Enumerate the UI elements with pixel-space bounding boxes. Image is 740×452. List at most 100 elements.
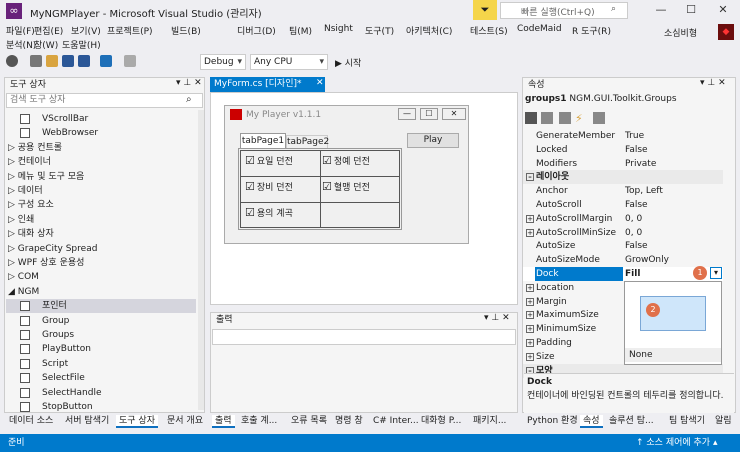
checkbox[interactable]: ☑ bbox=[245, 180, 255, 193]
tab-output[interactable]: 대화형 P... bbox=[418, 415, 464, 428]
dock-dropdown-icon[interactable]: ▾ bbox=[710, 267, 722, 279]
property-value[interactable]: 0, 0 bbox=[625, 212, 642, 226]
tab-properties[interactable]: 팀 탐색기 bbox=[666, 415, 708, 428]
form-maximize-icon[interactable]: ☐ bbox=[420, 108, 438, 120]
toolbox-category[interactable]: ◢ NGM bbox=[6, 285, 196, 299]
undo-icon[interactable] bbox=[100, 55, 112, 67]
new-project-icon[interactable] bbox=[30, 55, 42, 67]
output-source-select[interactable] bbox=[212, 329, 516, 345]
tab-output[interactable]: 패키지... bbox=[470, 415, 509, 428]
property-value[interactable]: 0, 0 bbox=[625, 226, 642, 240]
platform-select[interactable]: Any CPU bbox=[250, 54, 328, 70]
pin-icon[interactable]: ▾ ⊥ ✕ bbox=[700, 78, 726, 88]
tab-output[interactable]: 호출 계... bbox=[238, 415, 280, 428]
redo-icon[interactable] bbox=[124, 55, 136, 67]
property-value[interactable]: Fill bbox=[625, 267, 640, 281]
user-avatar[interactable]: ◆ bbox=[718, 24, 734, 40]
menu-item[interactable]: R 도구(R) bbox=[572, 24, 611, 37]
property-row[interactable]: + AutoScrollMinSize 0, 0 bbox=[523, 226, 723, 240]
events-icon[interactable]: ⚡ bbox=[575, 112, 583, 125]
property-row[interactable]: + AutoScrollMargin 0, 0 bbox=[523, 212, 723, 226]
menu-item[interactable]: Nsight bbox=[324, 24, 353, 34]
expand-icon[interactable]: – bbox=[526, 173, 534, 182]
property-value[interactable]: True bbox=[625, 129, 644, 143]
tab-page2[interactable]: tabPage2 bbox=[286, 135, 329, 148]
tab-output[interactable]: 오류 목록 bbox=[288, 415, 330, 428]
alphabetical-icon[interactable] bbox=[541, 112, 553, 124]
menu-item[interactable]: 빌드(B) bbox=[171, 24, 201, 37]
dock-none-option[interactable]: None bbox=[625, 348, 721, 362]
tab-toolbox[interactable]: 데이터 소스 bbox=[6, 415, 56, 428]
tab-output[interactable]: C# Inter... bbox=[370, 415, 422, 428]
toolbox-item[interactable]: Group bbox=[6, 314, 196, 328]
property-row[interactable]: AutoSize False bbox=[523, 239, 723, 253]
tab-toolbox[interactable]: 도구 상자 bbox=[116, 415, 158, 428]
toolbox-scrollbar[interactable] bbox=[198, 110, 204, 410]
toolbox-item[interactable]: SelectHandle bbox=[6, 386, 196, 400]
property-pages-icon[interactable] bbox=[593, 112, 605, 124]
configuration-select[interactable]: Debug bbox=[200, 54, 246, 70]
add-to-source-control[interactable]: ↑ 소스 제어에 추가 ▴ bbox=[636, 434, 717, 452]
close-button[interactable]: ✕ bbox=[712, 2, 734, 20]
property-row[interactable]: GenerateMember True bbox=[523, 129, 723, 143]
menu-item[interactable]: 테스트(S) bbox=[470, 24, 508, 37]
expand-icon[interactable]: + bbox=[526, 352, 534, 361]
menu-item[interactable]: 도움말(H) bbox=[62, 38, 101, 51]
toolbox-item[interactable]: PlayButton bbox=[6, 342, 196, 356]
user-name[interactable]: 소심비형 bbox=[664, 26, 697, 39]
tab-properties[interactable]: 솔루션 탐... bbox=[606, 415, 657, 428]
tab-properties[interactable]: 속성 bbox=[580, 415, 603, 428]
back-icon[interactable] bbox=[6, 55, 18, 67]
toolbox-category[interactable]: ▷ 인쇄 bbox=[6, 213, 196, 227]
menu-item[interactable]: 분석(N) bbox=[6, 38, 36, 51]
menu-item[interactable]: 도구(T) bbox=[365, 24, 394, 37]
open-folder-icon[interactable] bbox=[46, 55, 58, 67]
expand-icon[interactable]: + bbox=[526, 214, 534, 223]
tab-output[interactable]: 출력 bbox=[212, 415, 235, 428]
play-button[interactable]: Play bbox=[407, 133, 459, 148]
toolbox-item[interactable]: VScrollBar bbox=[6, 112, 196, 126]
toolbox-category[interactable]: ▷ 구성 요소 bbox=[6, 198, 196, 212]
property-row[interactable]: Modifiers Private bbox=[523, 157, 723, 171]
property-value[interactable]: False bbox=[625, 239, 648, 253]
form-minimize-icon[interactable]: — bbox=[398, 108, 416, 120]
quick-launch-input[interactable]: 빠른 실행(Ctrl+Q) ⌕ bbox=[500, 2, 628, 19]
property-value[interactable]: Private bbox=[625, 157, 656, 171]
toolbox-item[interactable]: StopButton bbox=[6, 400, 196, 414]
toolbox-category[interactable]: ▷ WPF 상호 운용성 bbox=[6, 256, 196, 270]
tab-output[interactable]: 명령 창 bbox=[332, 415, 366, 428]
checkbox-item[interactable]: ☑ 요일 던전 bbox=[245, 154, 293, 167]
toolbox-category[interactable]: ▷ 메뉴 및 도구 모음 bbox=[6, 170, 196, 184]
checkbox-item[interactable]: ☑ 용의 계곡 bbox=[245, 206, 293, 219]
property-value[interactable]: False bbox=[625, 143, 648, 157]
expand-icon[interactable]: + bbox=[526, 339, 534, 347]
expand-icon[interactable]: + bbox=[526, 325, 534, 334]
properties-icon[interactable] bbox=[559, 112, 571, 124]
property-row[interactable]: – 레이아웃 bbox=[523, 170, 723, 185]
menu-item[interactable]: 창(W) bbox=[34, 38, 58, 51]
save-all-icon[interactable] bbox=[78, 55, 90, 67]
expand-icon[interactable]: + bbox=[526, 311, 534, 320]
property-row[interactable]: AutoSizeMode GrowOnly bbox=[523, 253, 723, 267]
toolbox-category[interactable]: ▷ COM bbox=[6, 270, 196, 284]
menu-item[interactable]: 디버그(D) bbox=[237, 24, 276, 37]
feedback-filter-icon[interactable]: ⏷ bbox=[473, 0, 497, 20]
close-tab-icon[interactable]: ✕ bbox=[316, 78, 324, 88]
toolbox-category[interactable]: ▷ 데이터 bbox=[6, 184, 196, 198]
menu-item[interactable]: 보기(V) bbox=[71, 24, 101, 37]
checkbox[interactable]: ☑ bbox=[245, 154, 255, 167]
start-button[interactable]: ▶ 시작 bbox=[335, 56, 361, 69]
maximize-button[interactable]: ☐ bbox=[680, 2, 702, 20]
toolbox-category[interactable]: ▷ 대화 상자 bbox=[6, 227, 196, 241]
expand-icon[interactable]: + bbox=[526, 283, 534, 292]
checkbox[interactable]: ☑ bbox=[245, 206, 255, 219]
property-row[interactable]: Locked False bbox=[523, 143, 723, 157]
pin-icon[interactable]: ▾ ⊥ ✕ bbox=[176, 78, 202, 88]
menu-item[interactable]: 편집(E) bbox=[34, 24, 63, 37]
property-row[interactable]: Anchor Top, Left bbox=[523, 184, 723, 198]
form-close-icon[interactable]: ✕ bbox=[442, 108, 466, 120]
menu-item[interactable]: 프로젝트(P) bbox=[107, 24, 153, 37]
toolbox-category[interactable]: ▷ 컨테이너 bbox=[6, 155, 196, 169]
tab-page1[interactable]: tabPage1 bbox=[240, 133, 286, 148]
toolbox-item[interactable]: SelectFile bbox=[6, 371, 196, 385]
